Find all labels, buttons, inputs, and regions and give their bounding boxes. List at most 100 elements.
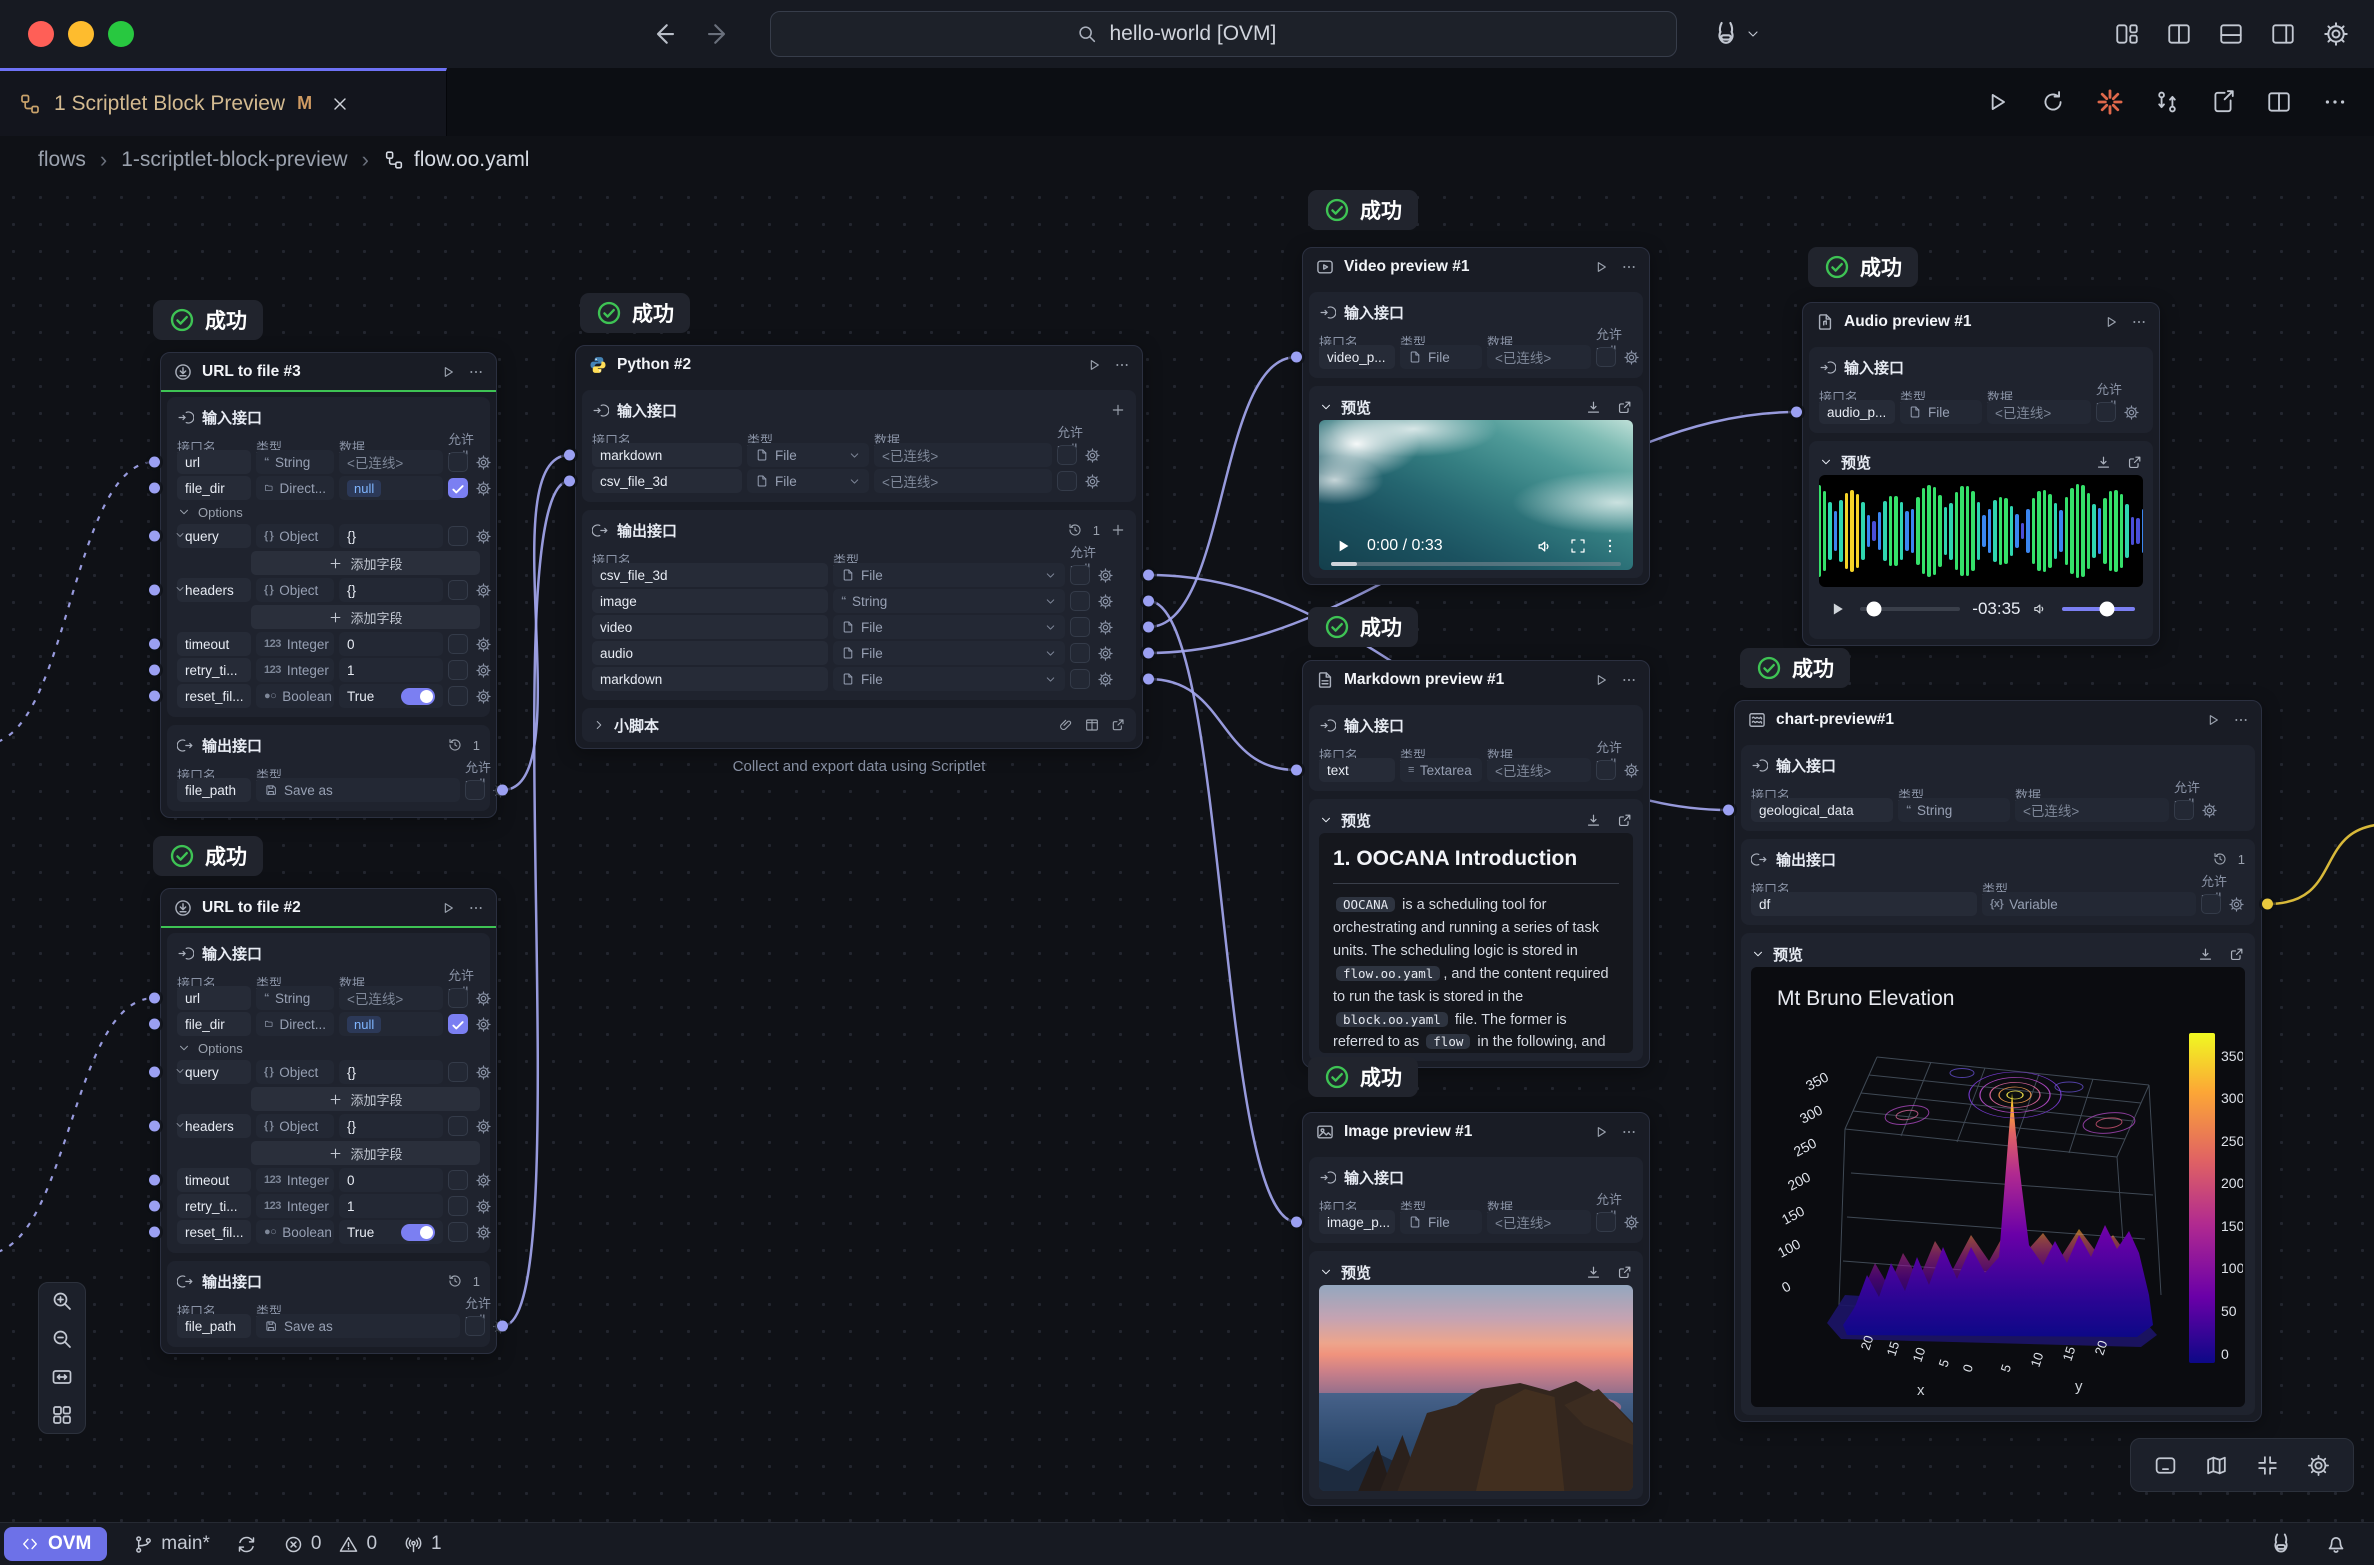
node-header[interactable]: URL to file #2: [161, 889, 496, 927]
port-name-field[interactable]: timeout: [177, 632, 251, 656]
history-icon[interactable]: [447, 737, 463, 753]
chevron-down-icon[interactable]: [1319, 400, 1333, 414]
fullscreen-icon[interactable]: [1569, 537, 1587, 555]
layout-grid-icon[interactable]: [50, 1403, 74, 1427]
node-url-to-file-2[interactable]: URL to file #2 输入接口 接口名类型数据允许 null url “…: [160, 888, 497, 1354]
allow-null-checkbox[interactable]: [448, 988, 468, 1008]
allow-null-checkbox[interactable]: [1057, 471, 1077, 491]
tab-close-icon[interactable]: [330, 94, 350, 114]
node-python-2[interactable]: Python #2 输入接口 接口名类型数据允许 null markdown F…: [575, 345, 1143, 749]
port-type-field[interactable]: Save as: [256, 1314, 460, 1338]
port-type-field[interactable]: {x}Variable: [1982, 892, 2196, 916]
input-port-dot[interactable]: [149, 639, 160, 650]
port-data-field[interactable]: <已连线>: [339, 450, 443, 474]
port-type-field[interactable]: { }Object: [256, 578, 334, 602]
node-markdown-preview-1[interactable]: Markdown preview #1 输入接口 接口名类型数据允许 null …: [1302, 660, 1650, 1068]
boolean-toggle[interactable]: [401, 688, 435, 705]
port-gear-icon[interactable]: [1084, 447, 1101, 464]
run-node-icon[interactable]: [1593, 672, 1609, 688]
input-port-dot[interactable]: [149, 1019, 160, 1030]
port-gear-icon[interactable]: [1097, 567, 1114, 584]
port-name-field[interactable]: csv_file_3d: [592, 563, 828, 587]
port-gear-icon[interactable]: [1623, 349, 1640, 366]
port-gear-icon[interactable]: [475, 990, 492, 1007]
split-columns-icon[interactable]: [2166, 21, 2192, 47]
node-menu-icon[interactable]: [468, 364, 484, 380]
play-button-icon[interactable]: [1827, 597, 1848, 621]
port-type-field[interactable]: File: [1400, 345, 1482, 369]
tab-scriptlet-block-preview[interactable]: 1 Scriptlet Block Preview M: [0, 68, 447, 136]
port-data-field[interactable]: <已连线>: [1487, 345, 1591, 369]
port-data-field[interactable]: 0: [339, 1168, 443, 1192]
node-menu-icon[interactable]: [1114, 357, 1130, 373]
allow-null-checkbox[interactable]: [448, 686, 468, 706]
input-port-dot[interactable]: [1291, 352, 1302, 363]
port-gear-icon[interactable]: [475, 1172, 492, 1189]
port-gear-icon[interactable]: [475, 1064, 492, 1081]
port-name-field[interactable]: retry_ti...: [177, 658, 251, 682]
add-port-icon[interactable]: [1110, 402, 1126, 418]
port-name-field[interactable]: retry_ti...: [177, 1194, 251, 1218]
surface-chart[interactable]: Mt Bruno Elevation: [1751, 967, 2245, 1407]
output-port-dot[interactable]: [1143, 674, 1154, 685]
breadcrumb-flow-name[interactable]: 1-scriptlet-block-preview: [121, 148, 347, 172]
open-external-icon[interactable]: [1616, 812, 1633, 829]
minimap-icon[interactable]: [2204, 1453, 2229, 1478]
window-minimize-button[interactable]: [68, 21, 94, 47]
chevron-down-icon[interactable]: [1751, 947, 1765, 961]
seek-slider[interactable]: [1860, 607, 1961, 611]
allow-null-checkbox[interactable]: [448, 1116, 468, 1136]
allow-null-checkbox[interactable]: [1070, 643, 1090, 663]
port-gear-icon[interactable]: [2123, 404, 2140, 421]
assistant-rabbit-icon[interactable]: [2268, 1531, 2294, 1557]
run-node-icon[interactable]: [440, 900, 456, 916]
output-port-dot[interactable]: [1143, 596, 1154, 607]
allow-null-checkbox[interactable]: [1070, 591, 1090, 611]
window-close-button[interactable]: [28, 21, 54, 47]
port-gear-icon[interactable]: [475, 1118, 492, 1135]
port-name-field[interactable]: csv_file_3d: [592, 469, 742, 493]
port-gear-icon[interactable]: [475, 636, 492, 653]
open-external-icon[interactable]: [1616, 1264, 1633, 1281]
port-type-field[interactable]: Save as: [256, 778, 460, 802]
port-data-field[interactable]: <已连线>: [339, 986, 443, 1010]
run-node-icon[interactable]: [2103, 314, 2119, 330]
allow-null-checkbox[interactable]: [448, 1062, 468, 1082]
port-data-field[interactable]: True: [339, 684, 443, 708]
zoom-out-icon[interactable]: [50, 1327, 74, 1351]
port-type-field[interactable]: “String: [256, 450, 334, 474]
port-data-field[interactable]: {}: [339, 578, 443, 602]
port-data-field[interactable]: <已连线>: [1487, 1210, 1591, 1234]
node-audio-preview-1[interactable]: Audio preview #1 输入接口 接口名类型数据允许 null aud…: [1802, 302, 2160, 646]
port-data-field[interactable]: <已连线>: [874, 469, 1052, 493]
port-name-field[interactable]: text: [1319, 758, 1395, 782]
output-port-dot[interactable]: [497, 785, 508, 796]
chevron-right-icon[interactable]: [592, 718, 606, 732]
port-type-field[interactable]: { }Object: [256, 1060, 334, 1084]
port-gear-icon[interactable]: [475, 1198, 492, 1215]
port-data-field[interactable]: {}: [339, 524, 443, 548]
port-data-field[interactable]: {}: [339, 1114, 443, 1138]
allow-null-checkbox[interactable]: [448, 1222, 468, 1242]
run-play-icon[interactable]: [1984, 89, 2010, 115]
port-type-field[interactable]: { }Object: [256, 1114, 334, 1138]
boolean-toggle[interactable]: [401, 1224, 435, 1241]
node-header[interactable]: Audio preview #1: [1803, 303, 2159, 341]
ovm-environment-button[interactable]: OVM: [4, 1527, 107, 1561]
port-data-field[interactable]: <已连线>: [1487, 758, 1591, 782]
fit-width-icon[interactable]: [50, 1365, 74, 1389]
port-type-select[interactable]: File: [747, 443, 869, 467]
chevron-down-icon[interactable]: [174, 583, 186, 595]
port-name-field[interactable]: df: [1751, 892, 1977, 916]
port-gear-icon[interactable]: [475, 688, 492, 705]
port-type-field[interactable]: File: [1900, 400, 1982, 424]
paperclip-icon[interactable]: [1058, 717, 1074, 733]
input-port-dot[interactable]: [149, 993, 160, 1004]
video-progress-bar[interactable]: [1331, 562, 1621, 566]
forward-arrow-icon[interactable]: [704, 19, 734, 49]
port-gear-icon[interactable]: [1623, 1214, 1640, 1231]
input-port-dot[interactable]: [149, 457, 160, 468]
allow-null-checkbox[interactable]: [448, 634, 468, 654]
node-header[interactable]: chart-preview#1: [1735, 701, 2261, 739]
node-url-to-file-3[interactable]: URL to file #3 输入接口 接口名类型数据允许 null url “…: [160, 352, 497, 818]
